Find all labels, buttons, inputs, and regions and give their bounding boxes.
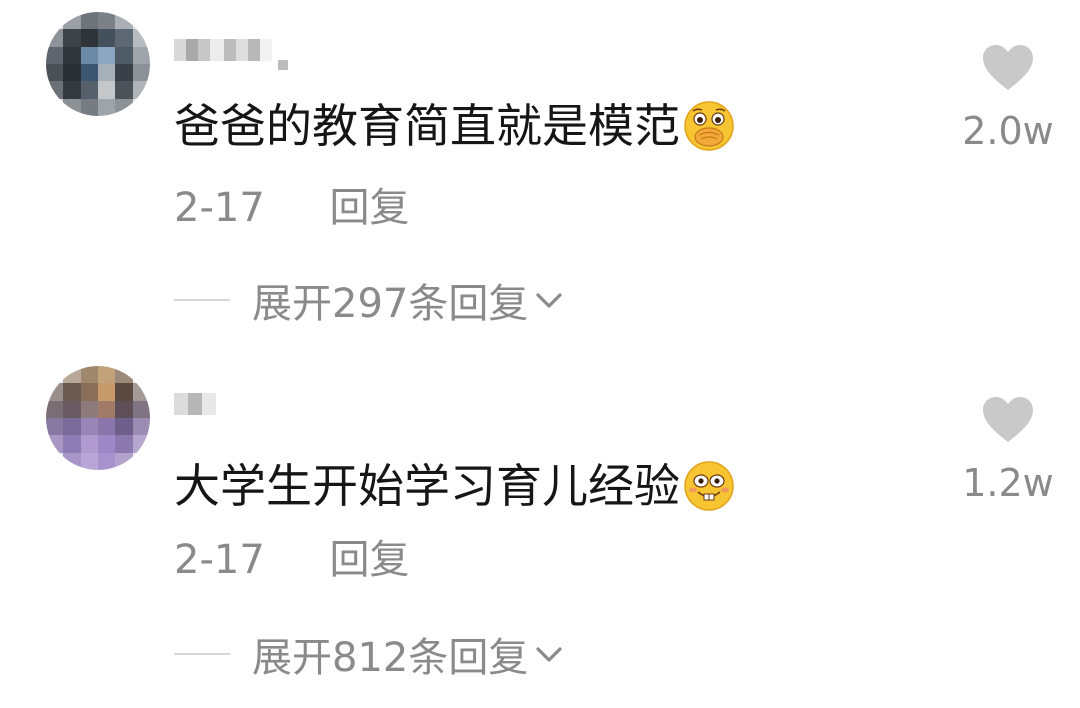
heart-icon[interactable] [981,396,1035,444]
expand-replies-button[interactable]: 展开812条回复 [174,630,566,681]
comment-item: 大学生开始学习育儿经验 2-17 回复 展开812条回复 1.2w [0,354,1080,708]
username-pixelated[interactable] [174,28,288,72]
divider-line [174,653,230,655]
comment-date: 2-17 [174,185,265,231]
chevron-down-icon [536,293,562,308]
avatar[interactable] [46,366,150,470]
comment-item: 爸爸的教育简直就是模范 2-17 回复 展开297条回复 2.0w [0,0,1080,354]
expand-replies-button[interactable]: 展开297条回复 [174,276,566,327]
comment-date: 2-17 [174,537,265,583]
comment-text-content: 爸爸的教育简直就是模范 [174,99,680,153]
comment-text: 爸爸的教育简直就是模范 [174,98,736,154]
comment-text-content: 大学生开始学习育儿经验 [174,459,680,513]
reply-button[interactable]: 回复 [330,184,410,232]
avatar[interactable] [46,12,150,116]
expand-replies-label: 展开297条回复 [252,281,529,327]
expand-replies-label: 展开812条回复 [252,635,529,681]
like-count: 1.2w [962,461,1054,505]
buck-teeth-grin-emoji [684,461,734,511]
chevron-down-icon [536,647,562,662]
comment-meta: 2-17 回复 [174,184,410,232]
divider-line [174,299,230,301]
comment-text: 大学生开始学习育儿经验 [174,458,736,514]
like-control: 2.0w [958,44,1058,154]
like-control: 1.2w [958,396,1058,506]
heart-icon[interactable] [981,44,1035,92]
username-pixelated[interactable] [174,382,216,426]
comment-meta: 2-17 回复 [174,536,410,584]
like-count: 2.0w [962,109,1054,153]
reply-button[interactable]: 回复 [330,536,410,584]
covering-mouth-emoji [684,101,734,151]
